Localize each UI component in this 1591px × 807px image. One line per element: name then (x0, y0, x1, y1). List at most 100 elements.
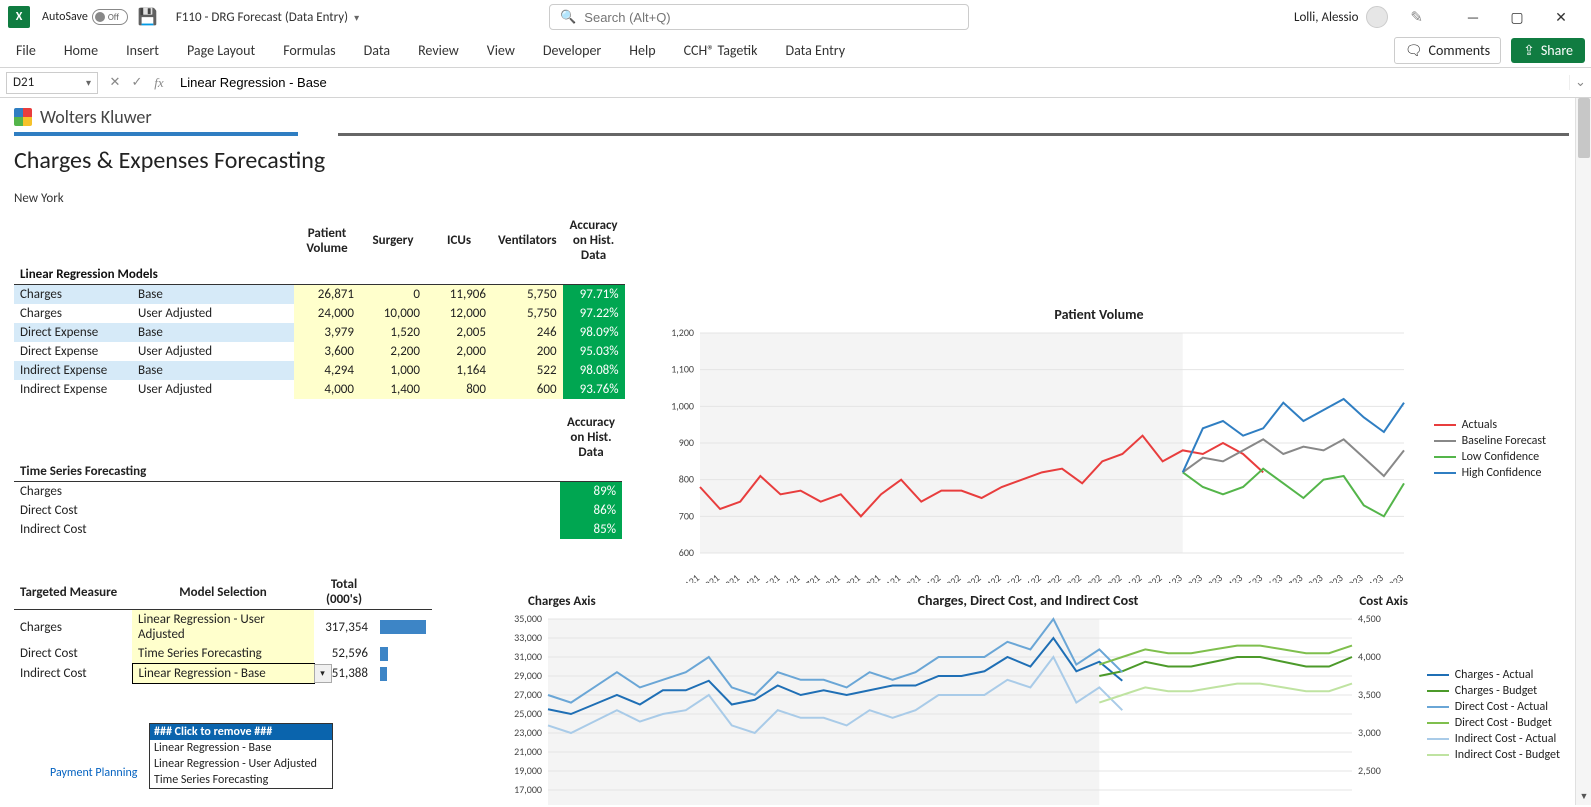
svg-text:0722: 0722 (1040, 571, 1064, 583)
svg-text:0321: 0321 (718, 571, 742, 583)
table-row[interactable]: Charges89% (14, 482, 622, 502)
tab-review[interactable]: Review (404, 34, 473, 67)
dropdown-option[interactable]: Linear Regression - User Adjusted (150, 756, 332, 772)
table-row[interactable]: Indirect Cost85% (14, 520, 622, 539)
dropdown-option[interactable]: ### Click to remove ### (150, 724, 332, 740)
lr-models-header: Linear Regression Models (14, 265, 625, 285)
name-box[interactable]: D21▾ (6, 72, 98, 94)
svg-text:700: 700 (679, 509, 694, 522)
legend-item: Indirect Cost - Budget (1427, 748, 1560, 762)
user-name[interactable]: Lolli, Alessio (1294, 10, 1358, 25)
tab-tagetik[interactable]: CCH® Tagetik (670, 34, 772, 67)
search-box[interactable]: 🔍 (549, 4, 969, 30)
cancel-formula-icon[interactable]: ✕ (104, 75, 126, 90)
search-input[interactable] (584, 10, 958, 25)
table-row[interactable]: Indirect ExpenseUser Adjusted4,0001,4008… (14, 380, 625, 399)
legend-item: Direct Cost - Budget (1427, 716, 1560, 730)
svg-text:0923: 0923 (1322, 571, 1346, 583)
svg-text:1123: 1123 (1362, 571, 1386, 583)
tab-page-layout[interactable]: Page Layout (173, 34, 269, 67)
svg-text:900: 900 (679, 436, 694, 449)
table-row[interactable]: Direct ExpenseUser Adjusted3,6002,2002,0… (14, 342, 625, 361)
expand-formula-icon[interactable]: ⌄ (1569, 75, 1591, 90)
tab-insert[interactable]: Insert (112, 34, 173, 67)
location-label: New York (14, 191, 1569, 206)
vertical-scrollbar[interactable]: ▲ ▼ (1575, 98, 1591, 805)
scroll-thumb[interactable] (1578, 98, 1590, 158)
tab-home[interactable]: Home (50, 34, 112, 67)
chart2-plot: 15,00017,00019,00021,00023,00025,00027,0… (498, 609, 1398, 805)
tm-header-total: Total (000's) (314, 575, 374, 610)
table-row[interactable]: Direct Cost86% (14, 501, 622, 520)
table-row[interactable]: Direct CostTime Series Forecasting52,596 (14, 644, 432, 664)
avatar[interactable] (1366, 6, 1388, 28)
comments-button[interactable]: 🗨 Comments (1394, 37, 1501, 64)
tab-help[interactable]: Help (615, 34, 669, 67)
svg-text:1021: 1021 (859, 571, 883, 583)
scroll-down-icon[interactable]: ▼ (1576, 791, 1591, 805)
payment-planning-link[interactable]: Payment Planning (50, 766, 137, 780)
svg-text:2,500: 2,500 (1358, 764, 1381, 777)
col-ventilators: Ventilators (492, 216, 563, 265)
svg-text:0122: 0122 (919, 571, 943, 583)
tab-view[interactable]: View (473, 34, 529, 67)
chart1-legend: ActualsBaseline ForecastLow ConfidenceHi… (1434, 416, 1546, 482)
close-button[interactable]: ✕ (1539, 2, 1583, 32)
table-row[interactable]: ChargesBase26,871011,9065,75097.71% (14, 285, 625, 305)
col-icus: ICUs (426, 216, 492, 265)
dropdown-button[interactable]: ▾ (314, 664, 332, 683)
table-row[interactable]: Indirect CostLinear Regression - Base▾51… (14, 664, 432, 684)
svg-text:0421: 0421 (738, 571, 762, 583)
svg-text:0622: 0622 (1020, 571, 1044, 583)
chart-patient-volume[interactable]: Patient Volume 6007008009001,0001,1001,2… (654, 306, 1544, 596)
svg-text:0523: 0523 (1241, 571, 1265, 583)
tab-data[interactable]: Data (350, 34, 404, 67)
svg-text:0123: 0123 (1161, 571, 1185, 583)
save-icon[interactable]: 💾 (138, 7, 158, 27)
dropdown-option[interactable]: Time Series Forecasting (150, 772, 332, 788)
enter-formula-icon[interactable]: ✓ (126, 75, 148, 90)
tab-formulas[interactable]: Formulas (269, 34, 349, 67)
svg-text:19,000: 19,000 (514, 764, 542, 777)
svg-text:27,000: 27,000 (514, 688, 542, 701)
autosave-toggle[interactable]: Off (92, 9, 128, 25)
svg-text:17,000: 17,000 (514, 783, 542, 796)
tab-data-entry[interactable]: Data Entry (771, 34, 859, 67)
table-row[interactable]: Indirect ExpenseBase4,2941,0001,16452298… (14, 361, 625, 380)
legend-item: Charges - Budget (1427, 684, 1560, 698)
page-title: Charges & Expenses Forecasting (14, 146, 1569, 175)
svg-text:1022: 1022 (1100, 571, 1124, 583)
table-row[interactable]: ChargesUser Adjusted24,00010,00012,0005,… (14, 304, 625, 323)
svg-text:23,000: 23,000 (514, 726, 542, 739)
formula-input[interactable] (170, 75, 1569, 90)
col-patient-volume: Patient Volume (294, 216, 360, 265)
legend-item: Indirect Cost - Actual (1427, 732, 1560, 746)
svg-text:0621: 0621 (779, 571, 803, 583)
fx-icon[interactable]: fx (148, 75, 170, 91)
pen-icon[interactable]: ✎ (1410, 8, 1423, 27)
document-title[interactable]: F110 - DRG Forecast (Data Entry) (176, 10, 348, 25)
chart-charges-costs[interactable]: Charges Axis Charges, Direct Cost, and I… (498, 596, 1558, 805)
chevron-down-icon[interactable]: ▾ (354, 11, 359, 24)
tab-file[interactable]: File (6, 34, 50, 67)
share-button[interactable]: ⇪ Share (1511, 38, 1585, 63)
svg-text:0322: 0322 (960, 571, 984, 583)
lr-models-table: Patient Volume Surgery ICUs Ventilators … (14, 216, 625, 399)
excel-icon: X (8, 6, 30, 28)
tab-developer[interactable]: Developer (529, 34, 615, 67)
svg-text:3,000: 3,000 (1358, 726, 1381, 739)
table-row[interactable]: Direct ExpenseBase3,9791,5202,00524698.0… (14, 323, 625, 342)
ts-table: Accuracy on Hist. Data Time Series Forec… (14, 413, 622, 539)
svg-text:1,200: 1,200 (671, 326, 694, 339)
dropdown-option[interactable]: Linear Regression - Base (150, 740, 332, 756)
svg-text:25,000: 25,000 (514, 707, 542, 720)
table-row[interactable]: ChargesLinear Regression - User Adjusted… (14, 610, 432, 645)
col-surgery: Surgery (360, 216, 426, 265)
svg-text:0823: 0823 (1302, 571, 1326, 583)
minimize-button[interactable]: — (1451, 2, 1495, 32)
svg-text:1023: 1023 (1342, 571, 1366, 583)
svg-text:1122: 1122 (1121, 571, 1145, 583)
ts-header: Time Series Forecasting (14, 462, 622, 482)
maximize-button[interactable]: ▢ (1495, 2, 1539, 32)
model-dropdown-list[interactable]: ### Click to remove ###Linear Regression… (149, 723, 333, 789)
